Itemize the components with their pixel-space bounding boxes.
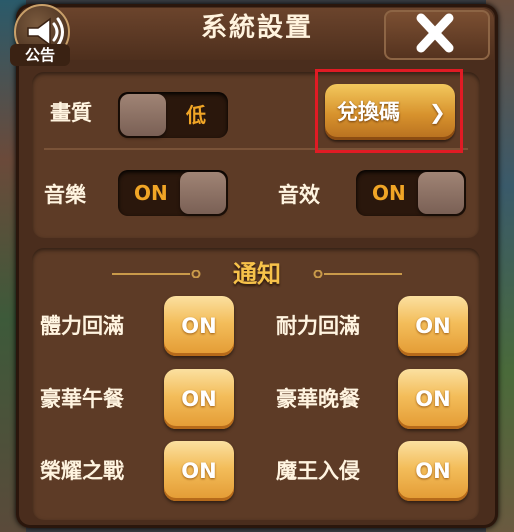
notification-toggle-label: ON xyxy=(415,314,451,338)
sfx-toggle[interactable]: ON xyxy=(356,170,466,216)
music-toggle[interactable]: ON xyxy=(118,170,228,216)
close-button[interactable] xyxy=(384,10,490,60)
music-label: 音樂 xyxy=(44,183,86,207)
notification-label: 豪華午餐 xyxy=(40,387,124,411)
notification-label: 榮耀之戰 xyxy=(40,459,124,483)
notification-label: 耐力回滿 xyxy=(276,314,360,338)
notification-toggle[interactable]: ON xyxy=(164,369,234,429)
sfx-value: ON xyxy=(372,181,406,205)
toggle-knob xyxy=(418,172,464,214)
announcement-label: 公告 xyxy=(10,44,70,66)
music-value: ON xyxy=(134,181,168,205)
redeem-code-button[interactable]: 兌換碼 ❯ xyxy=(325,84,455,140)
redeem-code-label: 兌換碼 xyxy=(337,100,400,124)
notification-toggle[interactable]: ON xyxy=(164,441,234,501)
notification-toggle-label: ON xyxy=(181,314,217,338)
notification-toggle[interactable]: ON xyxy=(398,369,468,429)
close-icon xyxy=(416,13,454,53)
notification-toggle-label: ON xyxy=(181,387,217,411)
sfx-label: 音效 xyxy=(278,183,320,207)
notification-toggle-label: ON xyxy=(415,387,451,411)
notification-label: 魔王入侵 xyxy=(276,459,360,483)
quality-value: 低 xyxy=(186,103,206,127)
notification-label: 豪華晚餐 xyxy=(276,387,360,411)
quality-label: 畫質 xyxy=(50,101,92,125)
toggle-knob xyxy=(120,94,166,136)
announcement-button[interactable]: 公告 xyxy=(4,4,78,68)
notification-toggle-label: ON xyxy=(181,459,217,483)
notification-label: 體力回滿 xyxy=(40,314,124,338)
chevron-right-icon: ❯ xyxy=(429,100,446,124)
notification-toggle-label: ON xyxy=(415,459,451,483)
notifications-title: 通知 xyxy=(233,260,281,288)
toggle-knob xyxy=(180,172,226,214)
quality-toggle[interactable]: 低 xyxy=(118,92,228,138)
notification-toggle[interactable]: ON xyxy=(398,296,468,356)
notification-toggle[interactable]: ON xyxy=(164,296,234,356)
notification-toggle[interactable]: ON xyxy=(398,441,468,501)
